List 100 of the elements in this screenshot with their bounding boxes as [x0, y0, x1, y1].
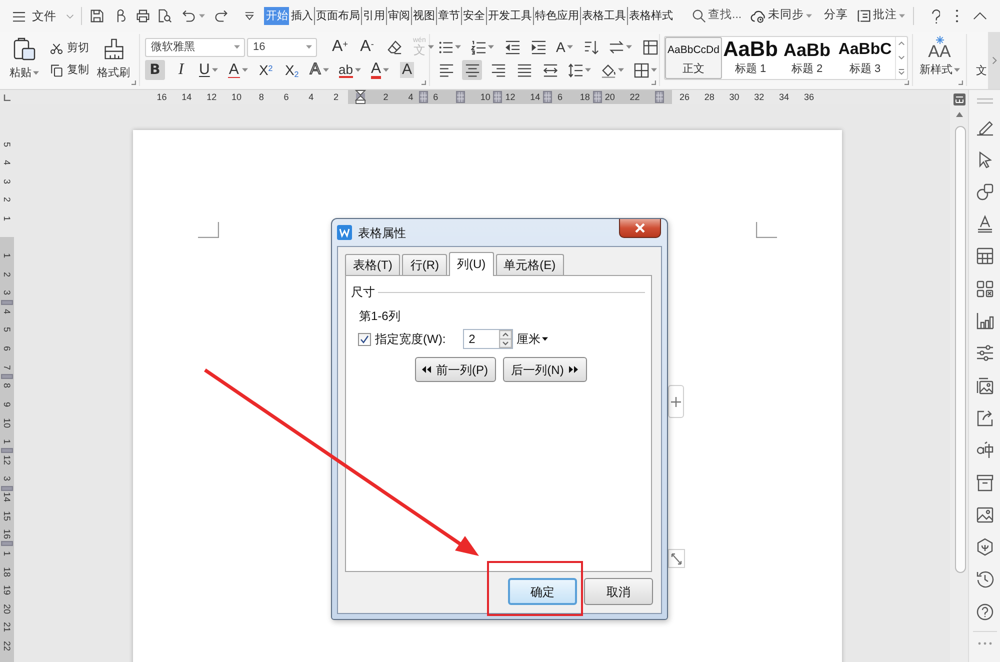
copy-button[interactable]: 复制: [50, 61, 89, 79]
image-stack-icon[interactable]: [976, 376, 994, 395]
shapes-icon[interactable]: [976, 182, 994, 201]
menu-tab[interactable]: 章节: [436, 7, 461, 25]
scroll-down-icon[interactable]: [898, 54, 905, 60]
dialog-tab[interactable]: 列(U): [449, 252, 494, 276]
file-menu[interactable]: 文件: [32, 7, 56, 25]
dialog-launcher-icon[interactable]: [651, 80, 656, 85]
shrink-button[interactable]: A$^{-}$: [357, 37, 377, 57]
row-marker-icon[interactable]: [1, 374, 13, 379]
menu-tab[interactable]: 表格工具: [580, 7, 627, 25]
dialog-tab[interactable]: 表格(T): [345, 254, 400, 275]
dialog-tab[interactable]: 单元格(E): [496, 254, 564, 275]
apps-grid-icon[interactable]: [976, 280, 994, 298]
table-icon[interactable]: [976, 247, 994, 266]
more-icon[interactable]: [955, 9, 959, 23]
menu-tab[interactable]: 安全: [461, 7, 486, 25]
undo-icon[interactable]: [182, 9, 196, 23]
bold-button[interactable]: B: [145, 60, 165, 80]
highlight-button[interactable]: ab: [336, 60, 363, 80]
archive-box-icon[interactable]: [976, 474, 994, 492]
column-marker-icon[interactable]: [493, 91, 502, 103]
new-style-button[interactable]: AA 新样式: [920, 36, 960, 86]
help-icon[interactable]: [929, 8, 940, 24]
image-icon[interactable]: [976, 506, 994, 524]
menu-tab[interactable]: 页面布局: [314, 7, 361, 25]
scroll-up-icon[interactable]: [898, 41, 905, 46]
sliders-icon[interactable]: [976, 344, 994, 362]
page-magnifier-icon[interactable]: [158, 9, 172, 23]
style-option[interactable]: AaBb 标题 1: [722, 37, 779, 79]
subscript-button[interactable]: X$_{2}$: [282, 60, 302, 80]
superscript-button[interactable]: X$^{2}$: [256, 60, 276, 80]
font-size-field[interactable]: 16: [247, 38, 317, 56]
menu-tab[interactable]: 特色应用: [533, 7, 580, 25]
asian-layout-button[interactable]: A: [554, 37, 576, 57]
expand-gallery-icon[interactable]: [898, 68, 905, 75]
collapse-icon[interactable]: [973, 12, 987, 20]
column-marker-icon[interactable]: [655, 91, 664, 103]
scroll-up-icon[interactable]: [956, 112, 962, 117]
sync-status-button[interactable]: 未同步: [750, 7, 812, 25]
chevron-down-icon[interactable]: [66, 14, 74, 18]
caret-icon[interactable]: [542, 337, 548, 341]
style-option[interactable]: AaBbCcDd 正文: [665, 37, 722, 79]
ruler-toggle-icon[interactable]: [952, 93, 966, 106]
grow-button[interactable]: A$^{+}$: [330, 37, 350, 57]
style-option[interactable]: AaBbC 标题 3: [835, 37, 895, 79]
column-marker-icon[interactable]: [418, 91, 428, 103]
style-option[interactable]: AaBb 标题 2: [779, 37, 835, 79]
help-icon[interactable]: [976, 602, 994, 621]
paste-button[interactable]: 粘贴: [8, 37, 40, 86]
bar-chart-icon[interactable]: [976, 312, 994, 330]
printer-icon[interactable]: [136, 9, 150, 23]
menu-tab[interactable]: 开发工具: [486, 7, 533, 25]
row-marker-icon[interactable]: [1, 486, 13, 491]
menu-tab[interactable]: 表格样式: [627, 7, 674, 25]
ok-button[interactable]: 确定: [508, 578, 577, 605]
strikethrough-button[interactable]: A: [226, 60, 250, 80]
grip-icon[interactable]: [976, 98, 992, 104]
share-icon[interactable]: [976, 408, 994, 427]
dialog-launcher-icon[interactable]: [131, 80, 136, 85]
add-column-button[interactable]: [668, 385, 684, 418]
dialog-launcher-icon[interactable]: [904, 80, 909, 85]
dialog-launcher-icon[interactable]: [958, 80, 963, 85]
menu-tab[interactable]: 视图: [411, 7, 436, 25]
format-painter-button[interactable]: 格式刷: [97, 37, 130, 86]
menu-tab[interactable]: 插入: [289, 7, 314, 25]
column-marker-icon[interactable]: [543, 91, 552, 103]
comment-button[interactable]: 批注: [857, 7, 905, 25]
cut-button[interactable]: 剪切: [50, 39, 89, 57]
redo-icon[interactable]: [214, 9, 228, 23]
share-button[interactable]: 分享: [824, 7, 848, 25]
translate-icon[interactable]: [976, 441, 994, 460]
previous-column-button[interactable]: 前一列(P): [414, 357, 496, 382]
search-button[interactable]: 查找...: [692, 7, 742, 25]
align-center-button[interactable]: [462, 60, 482, 80]
letter-a-icon[interactable]: [976, 215, 994, 234]
resize-handle[interactable]: [668, 549, 685, 568]
hexagon-leaf-icon[interactable]: [976, 538, 994, 556]
menu-tab[interactable]: 引用: [361, 7, 386, 25]
unit-dropdown[interactable]: 厘米: [516, 330, 548, 348]
customize-icon[interactable]: [244, 9, 255, 23]
row-marker-icon[interactable]: [1, 300, 13, 305]
save-icon[interactable]: [90, 9, 104, 23]
font-color-button[interactable]: A: [369, 60, 392, 80]
italic-button[interactable]: I: [171, 60, 191, 80]
history-icon[interactable]: [976, 570, 994, 588]
width-checkbox[interactable]: [358, 332, 371, 346]
row-marker-icon[interactable]: [1, 448, 13, 454]
text-tool-label[interactable]: 文: [976, 62, 987, 79]
tab-stop-icon[interactable]: [3, 94, 11, 100]
width-input[interactable]: 2: [462, 329, 513, 349]
cancel-button[interactable]: 取消: [584, 578, 653, 605]
spinner-icon[interactable]: [498, 330, 512, 348]
next-column-button[interactable]: 后一列(N): [502, 357, 586, 382]
underline-button[interactable]: U: [197, 60, 220, 80]
dialog-launcher-icon[interactable]: [421, 80, 426, 85]
indent-marker-icon[interactable]: [355, 90, 366, 104]
column-marker-icon[interactable]: [592, 91, 602, 103]
close-button[interactable]: [619, 219, 661, 238]
font-name-field[interactable]: 微软雅黑: [145, 38, 245, 56]
